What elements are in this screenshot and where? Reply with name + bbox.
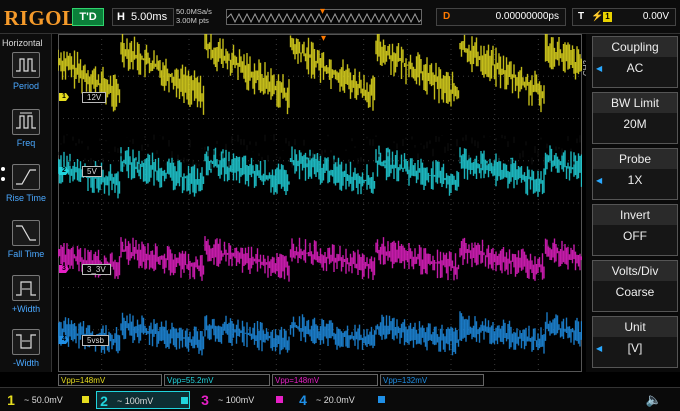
- bw-limit-value: 20M: [623, 117, 647, 131]
- ch4-scale: ~ 20.0mV: [316, 395, 355, 405]
- waveform-canvas: [58, 34, 582, 372]
- unit-label: Unit: [593, 317, 677, 337]
- ch3-scale: ~ 100mV: [218, 395, 255, 405]
- measurement-ch3[interactable]: Vpp=148mV: [272, 374, 378, 386]
- measurement-strip: Vpp=148mV Vpp=55.2mV Vpp=148mV Vpp=132mV: [58, 374, 582, 386]
- negative-width-icon: [12, 329, 40, 355]
- measure-fall-time[interactable]: Fall Time: [0, 220, 52, 274]
- trigger-position-marker-icon: ▾: [320, 6, 326, 17]
- bw-limit-label: BW Limit: [593, 93, 677, 113]
- trigger-source: 1: [603, 12, 612, 22]
- rigol-logo: RIGOL: [4, 6, 77, 30]
- ch4-bw-icon: [378, 396, 385, 403]
- sample-rate: 50.0MSa/s: [176, 7, 212, 16]
- acquisition-info: 50.0MSa/s 3.00M pts: [176, 7, 212, 25]
- volts-div-softkey[interactable]: Volts/Div Coarse: [592, 260, 678, 312]
- ch2-scale: ~ 100mV: [117, 396, 154, 406]
- frequency-icon: [12, 109, 40, 135]
- waveform-display[interactable]: [58, 34, 582, 372]
- trigger-box[interactable]: T ⚡ 1 0.00V: [572, 8, 676, 26]
- delay-box[interactable]: D 0.00000000ps: [436, 8, 566, 26]
- freq-label: Freq: [16, 138, 36, 148]
- measurement-ch1[interactable]: Vpp=148mV: [58, 374, 162, 386]
- channel-menu: Coupling ◀ AC BW Limit 20M Probe ◀ 1X In…: [586, 34, 680, 372]
- bw-limit-softkey[interactable]: BW Limit 20M: [592, 92, 678, 144]
- coupling-label: Coupling: [593, 37, 677, 57]
- probe-softkey[interactable]: Probe ◀ 1X: [592, 148, 678, 200]
- measure-freq[interactable]: Freq: [0, 109, 52, 163]
- minus-width-label: -Width: [12, 358, 39, 368]
- plus-width-label: +Width: [11, 304, 41, 314]
- memory-depth: 3.00M pts: [176, 16, 209, 25]
- positive-width-icon: [12, 275, 40, 301]
- ch2-button[interactable]: 2 ~ 100mV: [96, 391, 190, 409]
- ch4-scale-value: 20.0mV: [323, 395, 355, 405]
- ch1-bw-icon: [82, 396, 89, 403]
- measure-minus-width[interactable]: -Width: [0, 329, 52, 383]
- invert-label: Invert: [593, 205, 677, 225]
- ch3-button[interactable]: 3 ~ 100mV: [198, 391, 286, 409]
- measurement-ch2[interactable]: Vpp=55.2mV: [164, 374, 270, 386]
- trigger-status-badge: T'D: [72, 8, 104, 26]
- status-bar: RIGOL T'D H 5.00ms 50.0MSa/s 3.00M pts ▾…: [0, 0, 680, 34]
- menu-title: Horizontal: [2, 38, 43, 48]
- trigger-level: 0.00V: [642, 11, 669, 22]
- measurement-ch4[interactable]: Vpp=132mV: [380, 374, 484, 386]
- ch3-label-tag: 3_3V: [82, 264, 111, 275]
- ch3-bw-icon: [276, 396, 283, 403]
- ch2-scale-value: 100mV: [124, 396, 154, 406]
- rise-time-label: Rise Time: [5, 193, 46, 203]
- invert-softkey[interactable]: Invert OFF: [592, 204, 678, 256]
- fall-time-icon: [12, 220, 40, 246]
- coupling-softkey[interactable]: Coupling ◀ AC: [592, 36, 678, 88]
- ch3-scale-value: 100mV: [225, 395, 255, 405]
- probe-label: Probe: [593, 149, 677, 169]
- probe-value: 1X: [627, 173, 643, 187]
- unit-softkey[interactable]: Unit ◀ [V]: [592, 316, 678, 368]
- measure-rise-time[interactable]: Rise Time: [0, 164, 52, 218]
- timebase-value: 5.00ms: [131, 11, 168, 23]
- trigger-time-marker-icon: ▾: [321, 33, 327, 44]
- ch3-number: 3: [201, 392, 209, 408]
- coupling-value: AC: [626, 61, 644, 75]
- period-icon: [12, 52, 40, 78]
- rise-time-icon: [12, 164, 40, 190]
- speaker-icon[interactable]: 🔈: [646, 392, 662, 408]
- horizontal-measure-menu: Horizontal Period Freq Rise Time Fall Ti…: [0, 34, 52, 372]
- fall-time-label: Fall Time: [7, 249, 45, 259]
- measure-period[interactable]: Period: [0, 52, 52, 106]
- period-label: Period: [12, 81, 39, 91]
- delay-label: D: [443, 11, 451, 22]
- volts-div-label: Volts/Div: [593, 261, 677, 281]
- ch4-label-tag: 5vsb: [82, 335, 109, 346]
- ch2-bw-icon: [181, 397, 188, 404]
- delay-value: 0.00000000ps: [495, 11, 559, 22]
- channel-bar: 1 ~ 50.0mV 2 ~ 100mV 3 ~ 100mV 4 ~ 20.0m…: [0, 387, 680, 411]
- ch1-number: 1: [7, 392, 15, 408]
- ch1-scale-value: 50.0mV: [31, 395, 63, 405]
- invert-value: OFF: [623, 229, 647, 243]
- volts-div-value: Coarse: [615, 285, 655, 299]
- ch1-label-tag: 12V: [82, 92, 107, 103]
- timebase-box[interactable]: H 5.00ms: [112, 8, 174, 26]
- ch2-label-tag: 5V: [82, 166, 102, 177]
- rising-edge-icon: ⚡: [591, 11, 604, 22]
- channel-4-trace: [58, 311, 582, 356]
- horizontal-label: H: [117, 11, 125, 23]
- channel-2-trace: [58, 145, 582, 199]
- ch1-button[interactable]: 1 ~ 50.0mV: [4, 391, 90, 409]
- ch2-number: 2: [100, 393, 108, 409]
- ch1-scale: ~ 50.0mV: [24, 395, 63, 405]
- trigger-label: T: [578, 11, 585, 22]
- ch4-number: 4: [299, 392, 307, 408]
- ch4-button[interactable]: 4 ~ 20.0mV: [296, 391, 388, 409]
- measure-plus-width[interactable]: +Width: [0, 275, 52, 329]
- unit-value: [V]: [627, 341, 643, 355]
